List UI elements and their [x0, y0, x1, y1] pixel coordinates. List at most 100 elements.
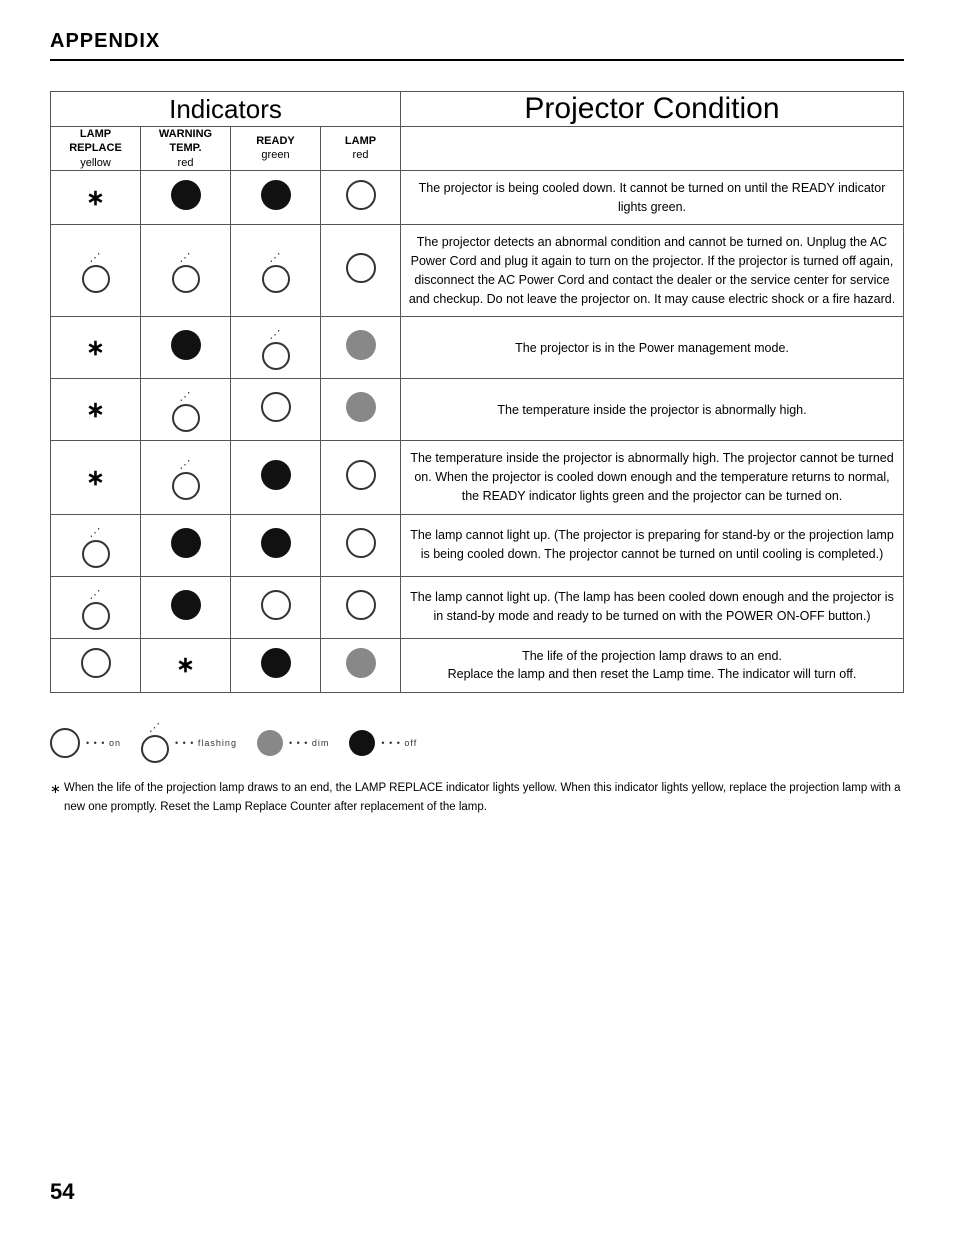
legend-off-label: • • • off	[381, 738, 417, 748]
indicator-cell	[141, 317, 231, 379]
flashing-circle: ⋰	[82, 253, 110, 293]
subheader-condition	[401, 127, 904, 171]
indicator-cell	[321, 514, 401, 576]
outline-circle	[346, 590, 376, 620]
appendix-header: APPENDIX	[50, 30, 904, 61]
condition-cell: The lamp cannot light up. (The projector…	[401, 514, 904, 576]
gray-circle	[346, 392, 376, 422]
table-row: ∗ The life of the projection lamp draws t…	[51, 638, 904, 693]
condition-cell: The temperature inside the projector is …	[401, 379, 904, 441]
indicator-cell	[231, 379, 321, 441]
indicator-cell	[231, 514, 321, 576]
indicator-cell	[141, 514, 231, 576]
outline-circle	[261, 590, 291, 620]
filled-circle	[261, 460, 291, 490]
indicator-cell: ⋰	[51, 576, 141, 638]
flashing-circle: ⋰	[262, 253, 290, 293]
indicator-cell: ∗	[51, 317, 141, 379]
indicator-cell	[321, 170, 401, 225]
table-row: ⋰ ⋰ ⋰ The projector detects an abnormal con…	[51, 225, 904, 317]
asterisk-symbol: ∗	[86, 335, 104, 360]
condition-cell: The projector detects an abnormal condit…	[401, 225, 904, 317]
indicator-cell	[51, 638, 141, 693]
subheader-lamp: LAMPred	[321, 127, 401, 171]
footnote-asterisk-symbol: ∗	[50, 779, 61, 800]
table-row: ⋰ The lamp cannot light up. (The projecto…	[51, 514, 904, 576]
asterisk-symbol: ∗	[86, 465, 104, 490]
legend-flashing-icon: ⋰	[141, 723, 169, 763]
flashing-circle: ⋰	[172, 460, 200, 500]
asterisk-symbol: ∗	[86, 397, 104, 422]
indicators-table: Indicators Projector Condition LAMPREPLA…	[50, 91, 904, 693]
footnote: ∗ When the life of the projection lamp d…	[50, 779, 904, 816]
asterisk-symbol: ∗	[176, 652, 194, 677]
filled-circle	[171, 528, 201, 558]
indicator-cell	[321, 225, 401, 317]
indicator-cell	[141, 576, 231, 638]
indicator-cell: ∗	[141, 638, 231, 693]
outline-circle	[261, 392, 291, 422]
legend-section: • • • on ⋰ • • • flashing • • • dim • • …	[50, 723, 904, 763]
subheader-ready: READYgreen	[231, 127, 321, 171]
table-row: ⋰ The lamp cannot light up. (The lamp has…	[51, 576, 904, 638]
filled-circle	[261, 528, 291, 558]
gray-circle	[346, 330, 376, 360]
indicator-cell: ∗	[51, 441, 141, 514]
legend-dim-label: • • • dim	[289, 738, 329, 748]
flashing-circle: ⋰	[262, 330, 290, 370]
legend-off: • • • off	[349, 730, 417, 756]
table-row: ∗ ⋰ The temperature inside the projector i…	[51, 441, 904, 514]
flashing-circle: ⋰	[82, 590, 110, 630]
condition-cell: The temperature inside the projector is …	[401, 441, 904, 514]
subheader-warning-temp: WARNINGTEMP.red	[141, 127, 231, 171]
condition-cell: The lamp cannot light up. (The lamp has …	[401, 576, 904, 638]
projector-condition-header: Projector Condition	[401, 92, 904, 127]
indicator-cell: ∗	[51, 170, 141, 225]
outline-circle	[81, 648, 111, 678]
asterisk-symbol: ∗	[86, 185, 104, 210]
indicator-cell: ⋰	[141, 379, 231, 441]
indicator-cell	[321, 441, 401, 514]
page-number: 54	[50, 1179, 74, 1205]
table-row: ∗ ⋰ The temperature inside the projector i…	[51, 379, 904, 441]
page-container: APPENDIX Indicators Projector Condition …	[0, 0, 954, 1235]
indicator-cell: ⋰	[231, 225, 321, 317]
indicator-cell	[231, 638, 321, 693]
condition-cell: The projector is in the Power management…	[401, 317, 904, 379]
outline-circle	[346, 528, 376, 558]
indicator-cell: ∗	[51, 379, 141, 441]
indicators-header: Indicators	[51, 92, 401, 127]
flashing-circle: ⋰	[172, 392, 200, 432]
indicator-cell	[321, 576, 401, 638]
outline-circle	[346, 460, 376, 490]
outline-circle	[346, 253, 376, 283]
indicator-cell: ⋰	[231, 317, 321, 379]
flashing-circle: ⋰	[172, 253, 200, 293]
legend-flashing: ⋰ • • • flashing	[141, 723, 237, 763]
header-row-1: Indicators Projector Condition	[51, 92, 904, 127]
indicator-cell	[321, 379, 401, 441]
legend-on-label: • • • on	[86, 738, 121, 748]
indicator-cell	[141, 170, 231, 225]
filled-circle	[261, 648, 291, 678]
filled-circle	[261, 180, 291, 210]
legend-on: • • • on	[50, 728, 121, 758]
filled-circle	[171, 590, 201, 620]
condition-cell: The projector is being cooled down. It c…	[401, 170, 904, 225]
condition-cell: The life of the projection lamp draws to…	[401, 638, 904, 693]
legend-off-icon	[349, 730, 375, 756]
footnote-text: When the life of the projection lamp dra…	[64, 782, 901, 812]
indicator-cell: ⋰	[51, 225, 141, 317]
indicator-cell	[321, 638, 401, 693]
legend-dim-icon	[257, 730, 283, 756]
table-row: ∗ The projector is being cooled down. It …	[51, 170, 904, 225]
gray-circle	[346, 648, 376, 678]
indicator-cell	[321, 317, 401, 379]
subheader-lamp-replace: LAMPREPLACEyellow	[51, 127, 141, 171]
legend-flashing-label: • • • flashing	[175, 738, 237, 748]
legend-on-icon	[50, 728, 80, 758]
legend-dim: • • • dim	[257, 730, 329, 756]
flashing-circle: ⋰	[82, 528, 110, 568]
subheader-row: LAMPREPLACEyellow WARNINGTEMP.red READYg…	[51, 127, 904, 171]
indicator-cell	[231, 170, 321, 225]
